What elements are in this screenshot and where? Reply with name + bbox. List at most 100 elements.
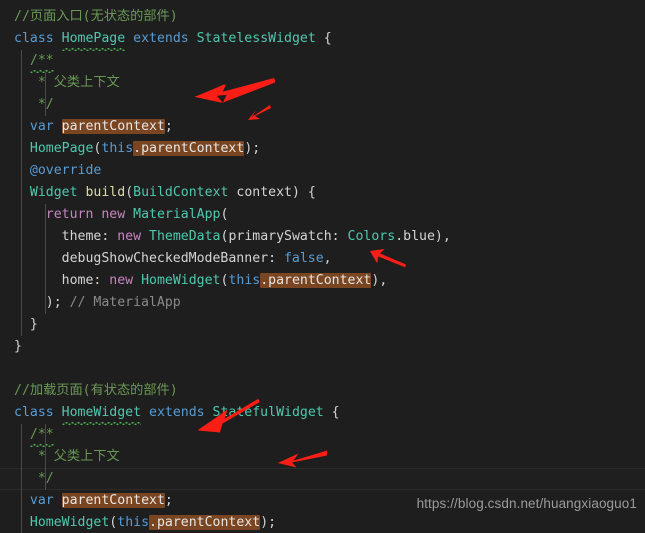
type-homewidget: HomeWidget [61, 402, 142, 425]
code-line: //加载页面(有状态的部件) [0, 380, 645, 402]
doc-open: /** [29, 50, 54, 73]
paren-open: ( [220, 207, 229, 222]
member-parentcontext-highlight: .parentContext [133, 141, 245, 156]
semicolon: ; [164, 493, 173, 508]
brace-open: { [323, 405, 340, 420]
code-line: //页面入口(无状态的部件) [0, 6, 645, 28]
code-line: home: new HomeWidget(this.parentContext)… [0, 270, 645, 292]
keyword-class: class [14, 31, 54, 46]
keyword-extends: extends [149, 405, 205, 420]
keyword-this: this [117, 515, 150, 530]
keyword-this: this [228, 273, 261, 288]
code-line: class HomeWidget extends StatefulWidget … [0, 402, 645, 425]
code-line-active: */ [0, 468, 645, 490]
arg-home: home: [61, 273, 102, 288]
code-line: } [0, 336, 645, 358]
code-line: HomePage(this.parentContext); [0, 138, 645, 160]
paren-open: ( [125, 185, 134, 200]
comment-load: //加载页面(有状态的部件) [14, 383, 178, 398]
type-homepage: HomePage [61, 28, 125, 51]
brace-open: { [315, 31, 332, 46]
member-parentcontext-highlight: .parentContext [260, 273, 372, 288]
paren-close: ); [244, 141, 261, 156]
code-editor-content[interactable]: //页面入口(无状态的部件) class HomePage extends St… [0, 0, 645, 533]
doc-close: */ [29, 97, 54, 112]
keyword-return: return [45, 207, 94, 222]
brace-open: ) { [291, 185, 316, 200]
brace-close: } [29, 317, 38, 332]
arg-primaryswatch: primarySwatch: [228, 229, 340, 244]
code-line: Widget build(BuildContext context) { [0, 182, 645, 204]
keyword-extends: extends [133, 31, 189, 46]
doc-body: * 父类上下文 [29, 75, 120, 90]
param-context: context [236, 185, 292, 200]
code-line: */ [0, 94, 645, 116]
arg-debugbanner: debugShowCheckedModeBanner: [61, 251, 277, 266]
type-homepage-ctor: HomePage [29, 141, 94, 156]
type-colors: Colors [347, 229, 396, 244]
member-parentcontext-highlight: .parentContext [149, 515, 261, 530]
code-line: * 父类上下文 [0, 446, 645, 468]
function-build: build [85, 185, 126, 200]
type-statefulwidget: StatefulWidget [212, 405, 324, 420]
watermark-url: https://blog.csdn.net/huangxiaoguo1 [416, 496, 637, 511]
paren-close: ), [434, 229, 451, 244]
comma: , [323, 251, 332, 266]
code-line: * 父类上下文 [0, 72, 645, 94]
annotation-override: @override [29, 163, 102, 178]
code-line: HomeWidget(this.parentContext); [0, 512, 645, 533]
semicolon: ; [164, 119, 173, 134]
comment-entry: //页面入口(无状态的部件) [14, 9, 178, 24]
code-line: class HomePage extends StatelessWidget { [0, 28, 645, 51]
arg-theme: theme: [61, 229, 110, 244]
dot: . [395, 229, 404, 244]
identifier-parentcontext-highlight: parentContext [61, 493, 165, 508]
type-homewidget: HomeWidget [141, 273, 221, 288]
code-line: ); // MaterialApp [0, 292, 645, 314]
keyword-var: var [29, 493, 54, 508]
doc-open: /** [29, 424, 54, 447]
doc-close: */ [29, 471, 54, 486]
type-statelesswidget: StatelessWidget [196, 31, 316, 46]
brace-close: } [14, 339, 22, 354]
paren-close: ); [45, 295, 70, 310]
code-screenshot: //页面入口(无状态的部件) class HomePage extends St… [0, 0, 645, 533]
type-materialapp: MaterialApp [133, 207, 221, 222]
type-buildcontext: BuildContext [133, 185, 229, 200]
value-blue: blue [403, 229, 435, 244]
code-line: theme: new ThemeData(primarySwatch: Colo… [0, 226, 645, 248]
comment-materialapp: // MaterialApp [69, 295, 181, 310]
code-line: return new MaterialApp( [0, 204, 645, 226]
code-line: debugShowCheckedModeBanner: false, [0, 248, 645, 270]
keyword-new: new [117, 229, 142, 244]
code-line: /** [0, 424, 645, 447]
type-homewidget-ctor: HomeWidget [29, 515, 110, 530]
keyword-var: var [29, 119, 54, 134]
keyword-class: class [14, 405, 54, 420]
